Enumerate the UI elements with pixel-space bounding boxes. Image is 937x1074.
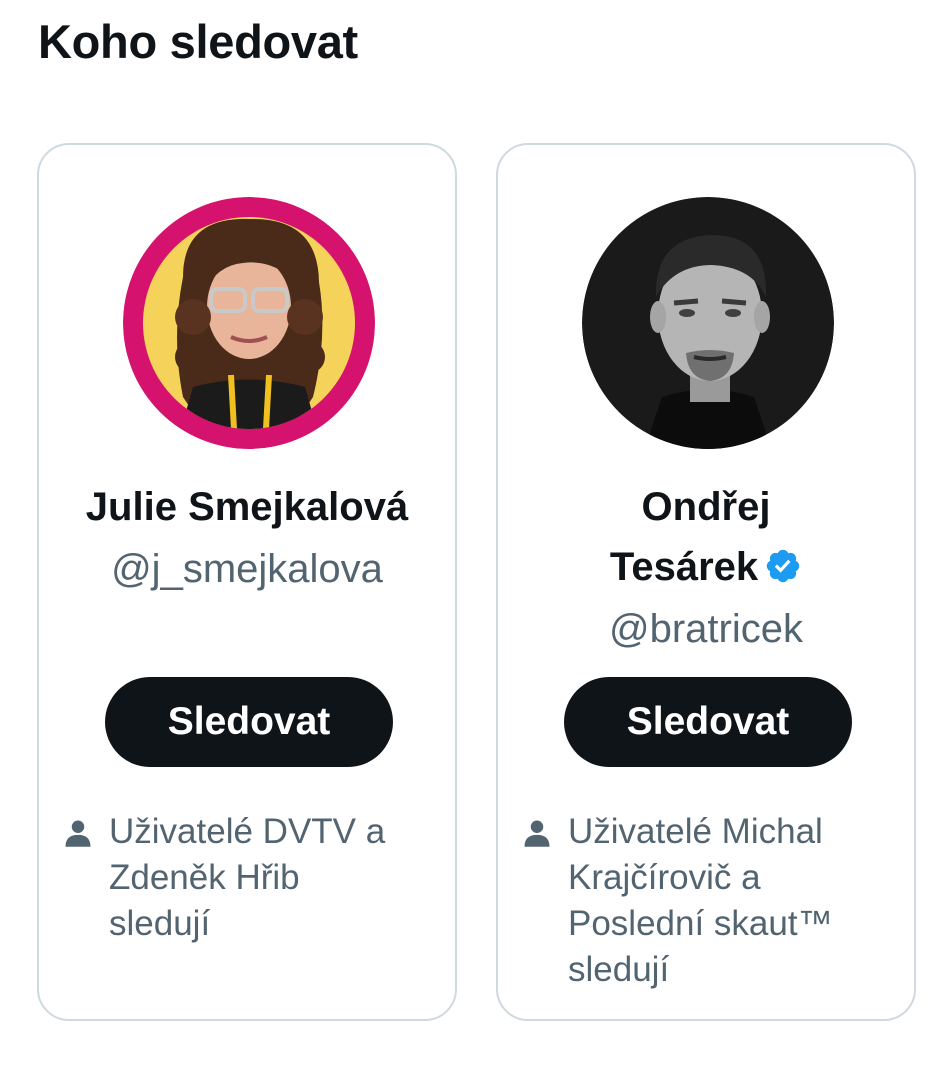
person-icon <box>65 820 91 847</box>
follow-button[interactable]: Sledovat <box>564 677 852 767</box>
user-handle[interactable]: @j_smejkalova <box>49 539 445 599</box>
verified-badge-icon <box>766 550 800 583</box>
social-context: Uživatelé Michal Krajčírovič a Poslední … <box>522 809 904 993</box>
avatar[interactable] <box>582 197 834 449</box>
social-context-text: Uživatelé Michal Krajčírovič a Poslední … <box>568 812 833 989</box>
user-card-ondrej[interactable]: Ondřej Tesárek @bratricek Sledovat Uživa… <box>496 143 916 1021</box>
person-icon <box>524 820 550 847</box>
avatar[interactable] <box>123 197 375 449</box>
user-name[interactable]: Julie Smejkalová <box>49 477 445 537</box>
social-context: Uživatelé DVTV a Zdeněk Hřib sledují <box>63 809 445 947</box>
social-context-text: Uživatelé DVTV a Zdeněk Hřib sledují <box>109 812 386 943</box>
user-name-line2[interactable]: Tesárek <box>508 537 904 597</box>
section-title: Koho sledovat <box>38 15 358 68</box>
user-handle[interactable]: @bratricek <box>508 599 904 659</box>
follow-button[interactable]: Sledovat <box>105 677 393 767</box>
user-name-line1[interactable]: Ondřej <box>508 477 904 537</box>
user-name-text[interactable]: Tesárek <box>610 545 758 589</box>
user-card-julie[interactable]: Julie Smejkalová @j_smejkalova Sledovat … <box>37 143 457 1021</box>
